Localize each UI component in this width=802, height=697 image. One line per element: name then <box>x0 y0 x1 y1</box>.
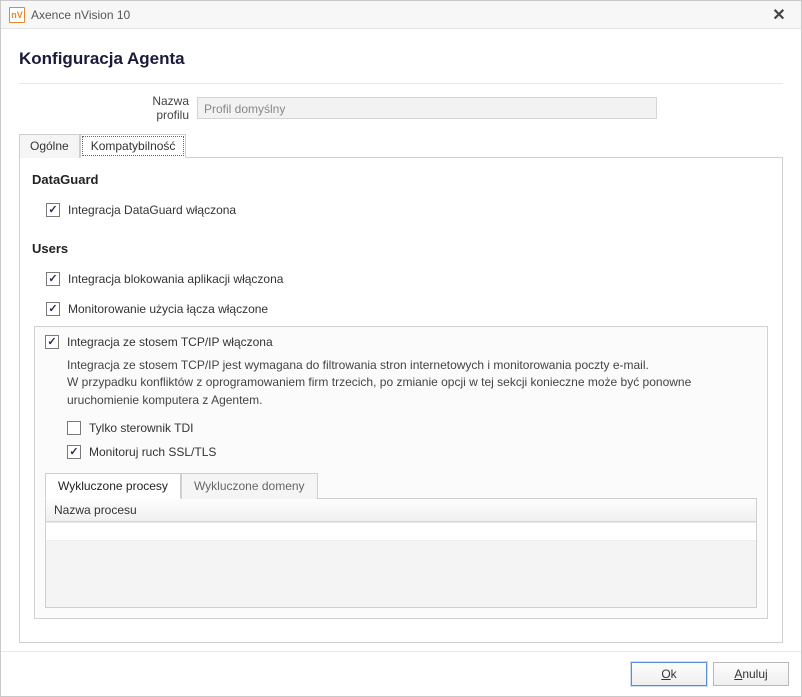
section-dataguard: DataGuard <box>32 172 770 187</box>
table-row <box>46 523 756 541</box>
tcpip-ssl-row: Monitoruj ruch SSL/TLS <box>67 445 757 459</box>
users-bandwidth-checkbox[interactable] <box>46 302 60 316</box>
content: Konfiguracja Agenta Nazwa profilu Profil… <box>1 29 801 651</box>
app-icon: nV <box>9 7 25 23</box>
tcpip-tdi-row: Tylko sterownik TDI <box>67 421 757 435</box>
divider <box>19 83 783 84</box>
tcpip-integration-checkbox[interactable] <box>45 335 59 349</box>
tcpip-desc-line2: W przypadku konfliktów z oprogramowaniem… <box>67 375 691 406</box>
tcpip-desc-line1: Integracja ze stosem TCP/IP jest wymagan… <box>67 358 649 372</box>
tcpip-ssl-checkbox[interactable] <box>67 445 81 459</box>
users-bandwidth-row: Monitorowanie użycia łącza włączone <box>46 302 770 316</box>
tcpip-inner-tabstrip: Wykluczone procesy Wykluczone domeny <box>45 473 757 499</box>
section-users: Users <box>32 241 770 256</box>
dataguard-integration-label: Integracja DataGuard włączona <box>68 203 236 217</box>
users-appblock-row: Integracja blokowania aplikacji włączona <box>46 272 770 286</box>
excluded-processes-panel: Nazwa procesu <box>45 498 757 608</box>
tcpip-panel: Integracja ze stosem TCP/IP włączona Int… <box>34 326 768 619</box>
users-appblock-checkbox[interactable] <box>46 272 60 286</box>
profile-name-input[interactable]: Profil domyślny <box>197 97 657 119</box>
ok-button[interactable]: Ok <box>631 662 707 686</box>
cancel-label-rest: nuluj <box>742 667 767 681</box>
table-header-process-name[interactable]: Nazwa procesu <box>46 499 756 522</box>
tab-panel-compatibility: DataGuard Integracja DataGuard włączona … <box>19 157 783 643</box>
dataguard-integration-checkbox[interactable] <box>46 203 60 217</box>
tcpip-integration-label: Integracja ze stosem TCP/IP włączona <box>67 335 273 349</box>
page-title: Konfiguracja Agenta <box>19 49 783 69</box>
excluded-processes-table-body[interactable] <box>46 522 756 607</box>
users-bandwidth-label: Monitorowanie użycia łącza włączone <box>68 302 268 316</box>
ok-label-rest: k <box>671 667 677 681</box>
tab-general[interactable]: Ogólne <box>19 134 80 158</box>
tcpip-ssl-label: Monitoruj ruch SSL/TLS <box>89 445 216 459</box>
footer: Ok Anuluj <box>1 651 801 696</box>
tcpip-description: Integracja ze stosem TCP/IP jest wymagan… <box>67 357 757 409</box>
cancel-button[interactable]: Anuluj <box>713 662 789 686</box>
tab-excluded-domains[interactable]: Wykluczone domeny <box>181 473 318 499</box>
window: nV Axence nVision 10 ✕ Konfiguracja Agen… <box>0 0 802 697</box>
tab-compatibility[interactable]: Kompatybilność <box>80 134 187 158</box>
users-appblock-label: Integracja blokowania aplikacji włączona <box>68 272 283 286</box>
dataguard-integration-row: Integracja DataGuard włączona <box>46 203 770 217</box>
titlebar-left: nV Axence nVision 10 <box>9 7 130 23</box>
window-title: Axence nVision 10 <box>31 8 130 22</box>
titlebar: nV Axence nVision 10 ✕ <box>1 1 801 29</box>
tcpip-header-row: Integracja ze stosem TCP/IP włączona <box>45 335 757 349</box>
tcpip-tdi-checkbox[interactable] <box>67 421 81 435</box>
tcpip-tdi-label: Tylko sterownik TDI <box>89 421 193 435</box>
close-icon[interactable]: ✕ <box>765 5 793 25</box>
profile-row: Nazwa profilu Profil domyślny <box>19 94 783 122</box>
tab-excluded-processes[interactable]: Wykluczone procesy <box>45 473 181 499</box>
profile-label: Nazwa profilu <box>119 94 189 122</box>
main-tabstrip: Ogólne Kompatybilność <box>19 134 783 158</box>
